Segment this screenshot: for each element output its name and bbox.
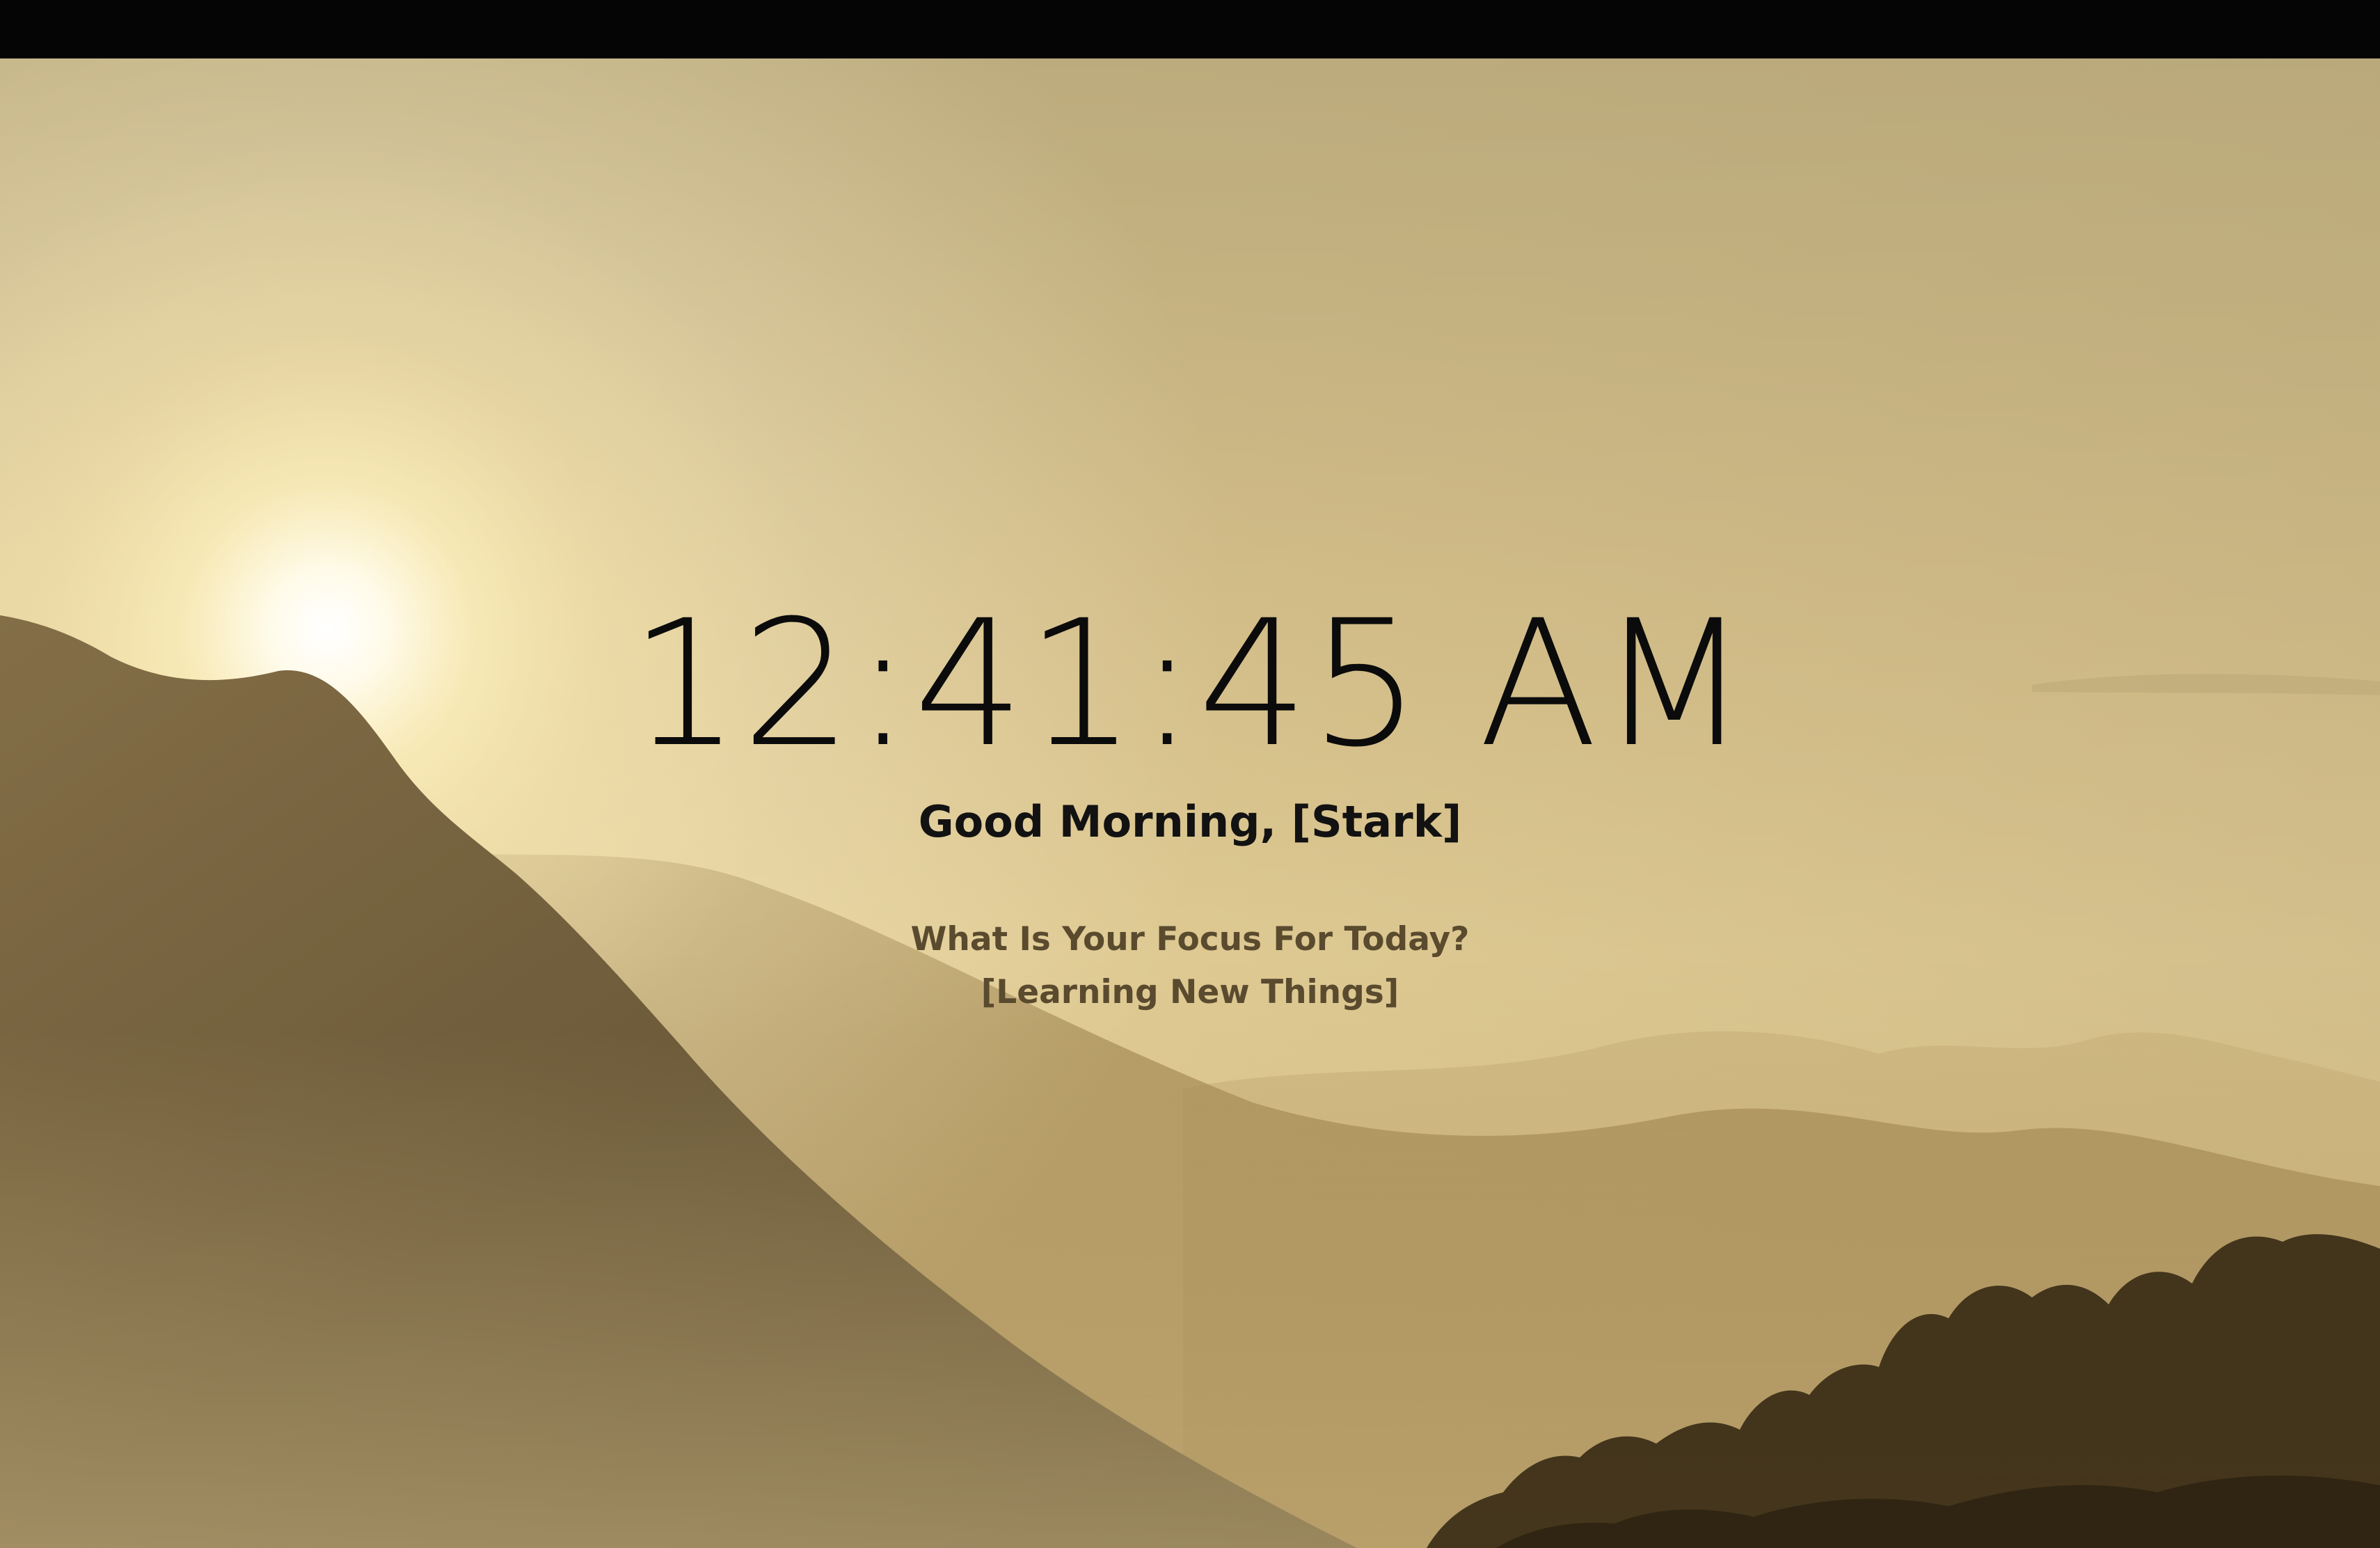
top-black-bar [0,0,2380,58]
greeting-text: Good Morning, [Stark] [918,796,1462,847]
focus-answer[interactable]: [Learning New Things] [0,976,2380,1009]
clock-time: 12:41:45 AM [629,583,1751,785]
momentum-page: 12:41:45 AM Good Morning, [Stark] What I… [0,0,2380,1548]
focus-question: What Is Your Focus For Today? [910,920,1470,958]
